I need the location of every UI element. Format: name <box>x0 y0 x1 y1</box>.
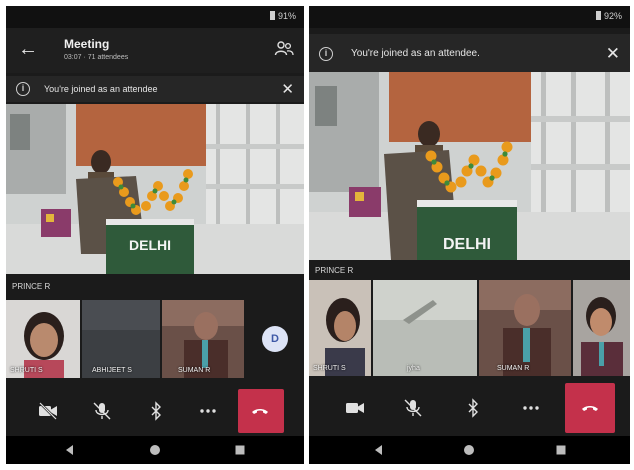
mic-button[interactable] <box>80 389 124 433</box>
overflow-tile[interactable]: D <box>246 300 304 378</box>
close-icon[interactable]: ✕ <box>281 80 294 98</box>
more-icon <box>523 406 539 410</box>
mic-button[interactable] <box>391 386 435 430</box>
battery-level: 91% <box>277 11 296 21</box>
battery-icon <box>595 11 601 20</box>
status-bar: 92% <box>309 6 630 28</box>
android-nav-bar <box>6 436 304 464</box>
hangup-icon <box>582 406 598 411</box>
stage-video-frame: DELHI <box>309 72 630 260</box>
meeting-header: ← Meeting 03:07 · 71 attendees <box>6 28 304 73</box>
attendee-banner-text: You're joined as an attendee <box>44 84 158 94</box>
presenter-name: PRINCE R <box>315 266 354 275</box>
nav-home-icon[interactable] <box>461 442 477 458</box>
battery-icon <box>269 11 275 20</box>
camera-button[interactable] <box>26 389 70 433</box>
close-icon[interactable]: ✕ <box>606 44 620 64</box>
more-icon <box>200 409 216 413</box>
nav-back-icon[interactable] <box>371 442 387 458</box>
participant-avatar: D <box>262 326 288 352</box>
stage-video-frame: DELHI <box>6 104 304 274</box>
stage-sign-text: DELHI <box>443 236 491 253</box>
back-icon[interactable]: ← <box>18 38 38 61</box>
participant-video <box>373 280 477 376</box>
nav-home-icon[interactable] <box>147 442 163 458</box>
participant-tile[interactable]: SUMAN R <box>479 280 571 376</box>
meeting-subtitle: 03:07 · 71 attendees <box>64 54 129 61</box>
stage-sign-text: DELHI <box>129 237 171 253</box>
mic-off-icon <box>404 399 422 417</box>
nav-recents-icon[interactable] <box>232 442 248 458</box>
right-phone-screen: 92% i You're joined as an attendee. ✕ DE… <box>309 6 630 464</box>
participant-name: SHRUTI S <box>10 367 43 374</box>
shared-video-stage: DELHI <box>6 104 304 274</box>
hangup-icon <box>252 409 268 414</box>
call-controls <box>309 380 630 436</box>
more-button[interactable] <box>509 386 553 430</box>
participant-video <box>573 280 630 376</box>
bluetooth-button[interactable] <box>134 389 178 433</box>
hangup-button[interactable] <box>565 383 615 433</box>
attendee-banner-text: You're joined as an attendee. <box>351 48 480 59</box>
participant-tile[interactable]: SHRUTI S <box>6 300 80 378</box>
participant-tile[interactable]: jyha <box>373 280 477 376</box>
attendee-banner: i You're joined as an attendee. ✕ <box>309 34 630 74</box>
status-bar: 91% <box>6 6 304 28</box>
battery-level: 92% <box>603 11 622 21</box>
more-button[interactable] <box>186 389 230 433</box>
nav-back-icon[interactable] <box>62 442 78 458</box>
participant-name: SUMAN R <box>497 365 530 372</box>
left-phone-screen: 91% ← Meeting 03:07 · 71 attendees i You… <box>6 6 304 464</box>
participant-tile[interactable]: SHRUTI S <box>309 280 371 376</box>
participant-name: SUMAN R <box>178 367 211 374</box>
participant-tile[interactable]: ABHIJEET S <box>82 300 160 378</box>
people-icon[interactable] <box>274 39 294 59</box>
participant-tile[interactable]: SUMAN R <box>162 300 244 378</box>
attendee-banner: i You're joined as an attendee ✕ <box>6 76 304 102</box>
participant-video <box>479 280 571 376</box>
bluetooth-icon <box>468 398 478 418</box>
presenter-label-row: PRINCE R <box>6 276 304 296</box>
battery-indicator: 92% <box>595 11 622 21</box>
bluetooth-icon <box>151 401 161 421</box>
participant-video <box>309 280 371 376</box>
nav-recents-icon[interactable] <box>553 442 569 458</box>
call-controls <box>6 386 304 436</box>
participant-name: ABHIJEET S <box>92 367 132 374</box>
camera-button[interactable] <box>333 386 377 430</box>
participant-tiles: SHRUTI S ABHIJEET S SUMAN R D <box>6 300 304 378</box>
shared-video-stage: DELHI <box>309 72 630 260</box>
camera-icon <box>346 403 364 413</box>
camera-icon <box>39 402 57 420</box>
meeting-title: Meeting <box>64 37 110 51</box>
participant-name: jyha <box>407 365 420 372</box>
participant-tile[interactable] <box>573 280 630 376</box>
hangup-button[interactable] <box>238 389 284 433</box>
info-icon: i <box>16 82 30 96</box>
participant-tiles: SHRUTI S jyha SUMAN R <box>309 280 630 376</box>
battery-indicator: 91% <box>269 11 296 21</box>
android-nav-bar <box>309 436 630 464</box>
info-icon: i <box>319 47 333 61</box>
mic-off-icon <box>93 402 111 420</box>
presenter-label-row: PRINCE R <box>309 260 630 280</box>
participant-name: SHRUTI S <box>313 365 346 372</box>
presenter-name: PRINCE R <box>12 282 51 291</box>
bluetooth-button[interactable] <box>451 386 495 430</box>
